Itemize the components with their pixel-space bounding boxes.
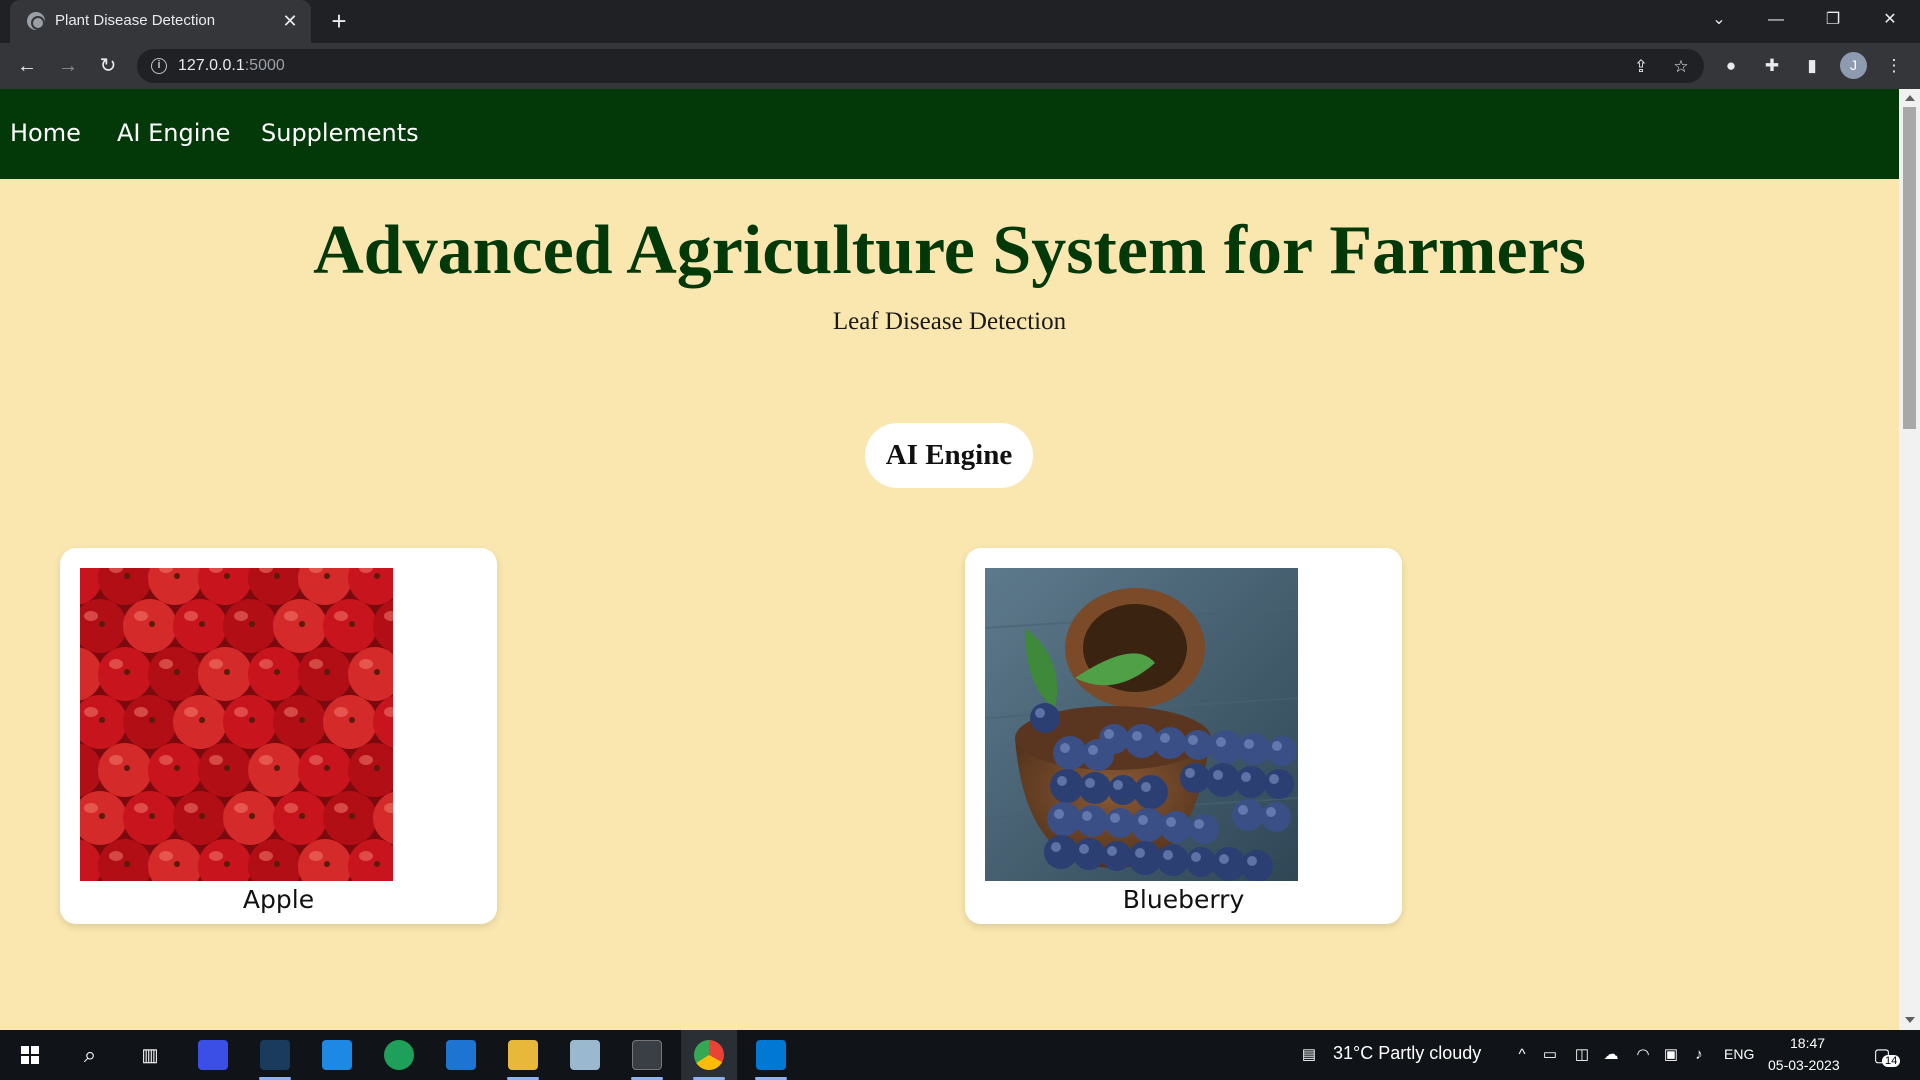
globe-icon	[27, 12, 45, 30]
app-icon	[198, 1040, 228, 1070]
crop-card-label: Apple	[242, 885, 315, 914]
reload-button[interactable]: ↻	[94, 52, 122, 80]
taskbar-chrome[interactable]	[681, 1030, 737, 1080]
chevron-up-icon[interactable]: ^	[1512, 1045, 1532, 1065]
menu-kebab-icon[interactable]: ⋮	[1882, 54, 1906, 78]
folder-icon	[508, 1040, 538, 1070]
browser-tabstrip: Plant Disease Detection ✕ + ⌄ — ❐ ✕	[0, 0, 1920, 43]
notification-count: 14	[1882, 1055, 1901, 1067]
task-view-icon: ▥	[141, 1045, 159, 1065]
nav-link-supplements[interactable]: Supplements	[261, 119, 419, 147]
terminal-icon	[632, 1040, 662, 1070]
taskbar-app-3[interactable]	[309, 1030, 365, 1080]
apple-image[interactable]	[80, 568, 393, 881]
chrome-icon	[694, 1040, 724, 1070]
prime-video-icon	[260, 1040, 290, 1070]
forward-button[interactable]: →	[54, 52, 82, 80]
back-button[interactable]: ←	[13, 52, 41, 80]
bookmark-star-icon[interactable]: ☆	[1670, 56, 1692, 78]
weather-icon[interactable]: ▤	[1295, 1045, 1323, 1065]
nav-link-ai-engine[interactable]: AI Engine	[117, 119, 230, 147]
clock-time[interactable]: 18:47	[1790, 1035, 1825, 1051]
page-scrollbar[interactable]	[1899, 89, 1920, 1030]
app-icon	[322, 1040, 352, 1070]
taskbar-terminal[interactable]	[619, 1030, 675, 1080]
browser-toolbar: ← → ↻ i 127.0.0.1:5000 ⇪ ☆ ● ✚ ▮ J ⋮	[0, 43, 1920, 89]
volume-icon[interactable]: ♪	[1689, 1045, 1709, 1065]
page-viewport: Home AI Engine Supplements Advanced Agri…	[0, 89, 1899, 1030]
address-bar[interactable]: i 127.0.0.1:5000 ⇪ ☆	[137, 49, 1704, 83]
page-title: Advanced Agriculture System for Farmers	[313, 212, 1586, 289]
taskbar-file-explorer[interactable]	[495, 1030, 551, 1080]
onedrive-icon[interactable]: ☁	[1601, 1045, 1621, 1065]
search-icon: ⌕	[83, 1042, 97, 1067]
page-subtitle: Leaf Disease Detection	[832, 308, 1067, 335]
taskbar-mail[interactable]	[433, 1030, 489, 1080]
edge-icon	[384, 1040, 414, 1070]
nav-link-home[interactable]: Home	[10, 119, 81, 147]
display-icon[interactable]: ▣	[1661, 1045, 1681, 1065]
mail-icon	[446, 1040, 476, 1070]
browser-tab[interactable]: Plant Disease Detection ✕	[10, 0, 311, 43]
profile-avatar[interactable]: J	[1840, 52, 1867, 79]
close-window-button[interactable]: ✕	[1870, 5, 1910, 35]
crop-card-blueberry[interactable]: Blueberry	[965, 548, 1402, 924]
close-tab-icon[interactable]: ✕	[280, 10, 300, 32]
taskbar-app-7[interactable]	[557, 1030, 613, 1080]
windows-logo-icon	[21, 1046, 39, 1064]
taskbar-prime-video[interactable]	[247, 1030, 303, 1080]
side-panel-icon[interactable]: ▮	[1800, 54, 1824, 78]
extensions-puzzle-icon[interactable]: ✚	[1760, 54, 1784, 78]
site-info-icon[interactable]: i	[151, 58, 167, 74]
new-tab-button[interactable]: +	[325, 7, 353, 35]
taskbar-app-1[interactable]	[185, 1030, 241, 1080]
url-text[interactable]: 127.0.0.1:5000	[178, 57, 285, 75]
search-button[interactable]: ⌕	[62, 1030, 118, 1080]
crop-card-apple[interactable]: Apple	[60, 548, 497, 924]
restore-button[interactable]: ❐	[1813, 5, 1853, 35]
language-indicator[interactable]: ENG	[1724, 1046, 1754, 1062]
blueberry-image[interactable]	[985, 568, 1298, 881]
windows-taskbar: ⌕ ▥ ▤ 31°C Partly cloudy ^ ▭ ◫ ☁ ◠ ▣ ♪ E…	[0, 1030, 1920, 1080]
minimize-button[interactable]: —	[1756, 5, 1796, 35]
start-button[interactable]	[2, 1030, 58, 1080]
wifi-icon[interactable]: ◠	[1633, 1045, 1653, 1065]
taskbar-vscode[interactable]	[743, 1030, 799, 1080]
tray-app-icon[interactable]: ◫	[1572, 1045, 1592, 1065]
share-icon[interactable]: ⇪	[1630, 56, 1652, 78]
app-icon	[570, 1040, 600, 1070]
site-navbar: Home AI Engine Supplements	[0, 89, 1899, 179]
battery-icon[interactable]: ▭	[1540, 1045, 1560, 1065]
scroll-thumb[interactable]	[1903, 107, 1916, 429]
task-view-button[interactable]: ▥	[122, 1030, 178, 1080]
clock-date[interactable]: 05-03-2023	[1768, 1057, 1840, 1073]
ai-engine-button[interactable]: AI Engine	[865, 423, 1033, 488]
tab-search-icon[interactable]: ⌄	[1699, 5, 1739, 35]
scroll-down-icon[interactable]	[1905, 1017, 1915, 1023]
tab-title: Plant Disease Detection	[55, 12, 216, 29]
weather-text[interactable]: 31°C Partly cloudy	[1333, 1043, 1481, 1064]
scroll-up-icon[interactable]	[1905, 95, 1915, 101]
extension-icon[interactable]: ●	[1719, 54, 1743, 78]
crop-card-label: Blueberry	[1122, 885, 1245, 914]
taskbar-edge[interactable]	[371, 1030, 427, 1080]
vscode-icon	[756, 1040, 786, 1070]
